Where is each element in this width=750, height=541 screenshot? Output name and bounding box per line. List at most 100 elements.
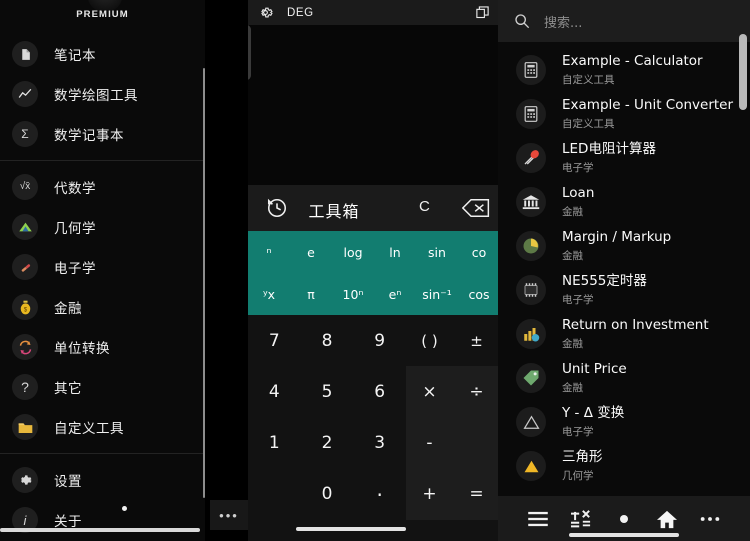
sidebar-label: 电子学 (54, 261, 96, 277)
key-0[interactable]: 0 (301, 469, 354, 520)
key-multiply[interactable]: × (406, 366, 453, 418)
sidebar-item-unitconversion[interactable]: 单位转换 (0, 327, 205, 367)
list-item[interactable]: 三角形 几何学 (498, 444, 750, 488)
finance-icon: $ (12, 294, 38, 320)
search-input[interactable]: 搜索... (544, 12, 582, 31)
sci-key[interactable]: ln (374, 245, 416, 260)
key-plusminus[interactable]: ± (453, 315, 500, 366)
list-item[interactable]: Return on Investment 金融 (498, 312, 750, 356)
key-4[interactable]: 4 (248, 366, 301, 417)
operator-column-1: ( ) × - + (406, 315, 453, 520)
dot-icon[interactable] (607, 504, 641, 534)
sci-key[interactable]: ⁿ (248, 245, 290, 260)
sci-key[interactable]: π (290, 287, 332, 302)
list-item[interactable]: NE555定时器 电子学 (498, 268, 750, 312)
sidebar-label: 笔记本 (54, 48, 96, 64)
key-3[interactable]: 3 (353, 418, 406, 469)
sidebar-item-electronics[interactable]: 电子学 (0, 247, 205, 287)
gear-icon[interactable] (258, 5, 273, 20)
math-ops-icon[interactable] (564, 504, 598, 534)
list-item[interactable]: Example - Calculator 自定义工具 (498, 48, 750, 92)
key-minus[interactable]: - (406, 417, 453, 469)
key-decimal[interactable]: . (353, 469, 406, 520)
home-icon[interactable] (650, 504, 684, 534)
key-parentheses[interactable]: ( ) (406, 315, 453, 366)
backspace-icon[interactable] (462, 198, 490, 218)
sigma-icon: Σ (12, 121, 38, 147)
drawer-divider-1 (0, 160, 205, 161)
sidebar-item-finance[interactable]: $ 金融 (0, 287, 205, 327)
sidebar-item-notebook[interactable]: 笔记本 (0, 34, 205, 74)
key-9[interactable]: 9 (353, 315, 406, 366)
angle-mode-label[interactable]: DEG (287, 7, 314, 19)
sidebar-item-graphing[interactable]: 数学绘图工具 (0, 74, 205, 114)
list-item[interactable]: Loan 金融 (498, 180, 750, 224)
list-item[interactable]: Margin / Markup 金融 (498, 224, 750, 268)
premium-label: PREMIUM (76, 9, 129, 20)
tool-title: NE555定时器 (562, 273, 647, 290)
bank-icon (516, 187, 546, 217)
sidebar-item-customtools[interactable]: 自定义工具 (0, 407, 205, 447)
tool-list-scrollbar[interactable] (739, 34, 747, 110)
sidebar-item-settings[interactable]: 设置 (0, 460, 205, 500)
tool-category: 电子学 (562, 293, 594, 306)
sci-key[interactable]: cos (458, 287, 500, 302)
list-item[interactable]: Unit Price 金融 (498, 356, 750, 400)
menu-icon[interactable] (521, 504, 555, 534)
key-5[interactable]: 5 (301, 366, 354, 417)
sci-key[interactable]: eⁿ (374, 287, 416, 302)
key-1[interactable]: 1 (248, 418, 301, 469)
tool-title: Example - Unit Converter (562, 97, 734, 114)
sidebar-item-other[interactable]: ? 其它 (0, 367, 205, 407)
tool-category: 金融 (562, 337, 583, 350)
chip-icon (516, 275, 546, 305)
sci-key[interactable]: 10ⁿ (332, 287, 374, 302)
key-blank[interactable] (248, 469, 301, 520)
sidebar-label: 自定义工具 (54, 421, 124, 437)
sidebar-item-algebra[interactable]: √x̄ 代数学 (0, 167, 205, 207)
clear-button[interactable]: C (419, 198, 430, 215)
calculator-display[interactable] (248, 25, 500, 185)
sidebar-scrollbar[interactable] (203, 68, 205, 498)
key-plus[interactable]: + (406, 468, 453, 520)
key-6[interactable]: 6 (353, 366, 406, 417)
key-8[interactable]: 8 (301, 315, 354, 366)
list-item[interactable]: Example - Unit Converter 自定义工具 (498, 92, 750, 136)
led-icon (516, 143, 546, 173)
key-divide[interactable]: ÷ (453, 366, 500, 418)
sci-key[interactable]: log (332, 245, 374, 260)
sci-key[interactable]: e (290, 245, 332, 260)
overflow-menu-button[interactable]: ••• (210, 500, 248, 530)
calculator-scrollbar[interactable] (248, 25, 251, 80)
sidebar-label: 其它 (54, 381, 82, 397)
search-bar[interactable]: 搜索... (498, 0, 750, 42)
sci-key[interactable]: sin⁻¹ (416, 287, 458, 302)
list-item[interactable]: LED电阻计算器 电子学 (498, 136, 750, 180)
copy-icon[interactable] (475, 5, 490, 20)
more-icon[interactable] (693, 504, 727, 534)
key-2[interactable]: 2 (301, 418, 354, 469)
notebook-icon (12, 41, 38, 67)
sci-key[interactable]: ʸx (248, 287, 290, 302)
tool-category: 几何学 (562, 469, 594, 482)
key-equals[interactable]: = (453, 468, 500, 520)
tool-title: Example - Calculator (562, 53, 703, 70)
sidebar-item-mathnotes[interactable]: Σ 数学记事本 (0, 114, 205, 154)
key-7[interactable]: 7 (248, 315, 301, 366)
sidebar-label: 关于 (54, 514, 82, 530)
sidebar-item-about[interactable]: i 关于 (0, 500, 205, 540)
sidebar-item-geometry[interactable]: 几何学 (0, 207, 205, 247)
tool-title: Loan (562, 185, 595, 202)
system-home-indicator[interactable] (0, 528, 200, 532)
convert-icon (12, 334, 38, 360)
sci-key[interactable]: sin (416, 245, 458, 260)
list-item[interactable]: Y - Δ 变换 电子学 (498, 400, 750, 444)
tool-category: 电子学 (562, 425, 594, 438)
system-home-indicator[interactable] (569, 533, 679, 537)
system-home-indicator[interactable] (296, 527, 406, 531)
drawer-header: PREMIUM (0, 0, 205, 30)
key-spacer[interactable] (453, 417, 500, 469)
tool-category: 金融 (562, 381, 583, 394)
cursor-dot (122, 506, 127, 511)
sci-key[interactable]: co (458, 245, 500, 260)
